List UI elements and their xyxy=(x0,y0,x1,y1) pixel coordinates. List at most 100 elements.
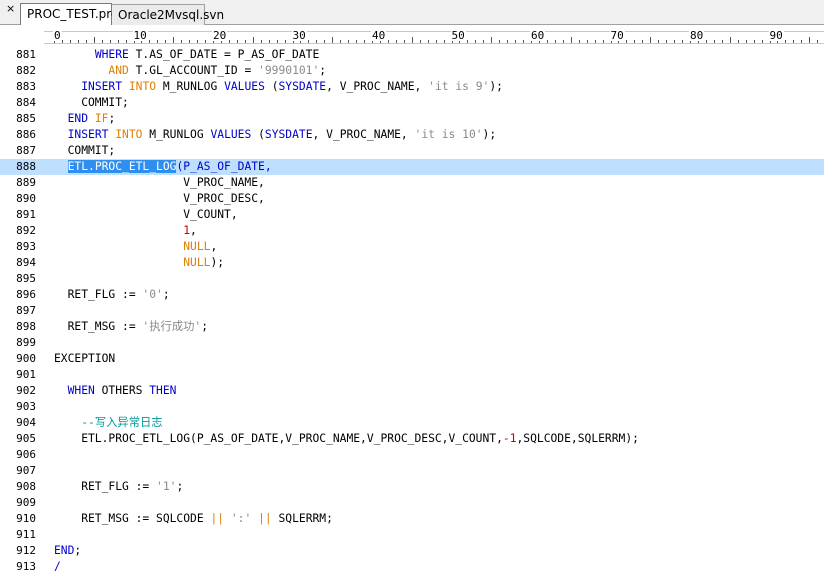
code-token: M_RUNLOG xyxy=(156,80,225,93)
code-token: INSERT xyxy=(67,128,109,141)
line-number: 883 xyxy=(16,80,36,93)
code-text: ETL.PROC_ETL_LOG(P_AS_OF_DATE,V_PROC_NAM… xyxy=(54,431,639,447)
code-token: RET_MSG := SQLCODE xyxy=(54,512,211,525)
code-line[interactable]: 909 xyxy=(0,495,824,511)
code-token: ); xyxy=(489,80,503,93)
code-token: ( xyxy=(251,128,265,141)
ruler-tick xyxy=(308,40,310,43)
code-line[interactable]: 912 END; xyxy=(0,543,824,559)
ruler-tick xyxy=(650,37,652,43)
code-line[interactable]: 898 RET_MSG := '执行成功'; xyxy=(0,319,824,335)
code-line[interactable]: 899 xyxy=(0,335,824,351)
ruler-label: 10 xyxy=(132,29,148,42)
code-line[interactable]: 896 RET_FLG := '0'; xyxy=(0,287,824,303)
code-line[interactable]: 881 WHERE T.AS_OF_DATE = P_AS_OF_DATE xyxy=(0,47,824,63)
ruler-label: 30 xyxy=(291,29,307,42)
code-line[interactable]: 883 INSERT INTO M_RUNLOG VALUES (SYSDATE… xyxy=(0,79,824,95)
code-line[interactable]: 894 NULL); xyxy=(0,255,824,271)
code-token: V_PROC_DESC, xyxy=(54,192,265,205)
code-line[interactable]: 891 V_COUNT, xyxy=(0,207,824,223)
code-line[interactable]: 910 RET_MSG := SQLCODE || ':' || SQLERRM… xyxy=(0,511,824,527)
code-line[interactable]: 887 COMMIT; xyxy=(0,143,824,159)
code-line[interactable]: 901 xyxy=(0,367,824,383)
ruler-tick xyxy=(109,40,111,43)
ruler-tick xyxy=(809,37,811,43)
ruler-tick xyxy=(165,40,167,43)
ruler-tick xyxy=(801,40,803,43)
line-number: 888 xyxy=(16,160,36,173)
code-token: IF xyxy=(94,112,109,125)
code-token: ; xyxy=(108,112,116,125)
ruler-tick xyxy=(197,40,199,43)
code-line[interactable]: 897 xyxy=(0,303,824,319)
code-text: WHERE T.AS_OF_DATE = P_AS_OF_DATE xyxy=(54,47,319,63)
ruler-tick xyxy=(499,40,501,43)
code-token: ( xyxy=(264,80,279,93)
code-line[interactable]: 889 V_PROC_NAME, xyxy=(0,175,824,191)
code-editor[interactable]: 0 10 20 30 40 50 60 70 80 90 881 WHERE T.AS_OF_DA… xyxy=(0,25,824,580)
ruler-tick xyxy=(658,40,660,43)
code-line[interactable]: 913 / xyxy=(0,559,824,575)
ruler-tick xyxy=(475,40,477,43)
code-token: V_COUNT, xyxy=(54,208,238,221)
code-line[interactable]: 890 V_PROC_DESC, xyxy=(0,191,824,207)
ruler-tick xyxy=(117,40,119,43)
code-line[interactable]: 895 xyxy=(0,271,824,287)
code-line[interactable]: 893 NULL, xyxy=(0,239,824,255)
code-text: RET_MSG := SQLCODE || ':' || SQLERRM; xyxy=(54,511,333,527)
code-token: COMMIT; xyxy=(54,96,129,109)
column-ruler: 0 10 20 30 40 50 60 70 80 90 xyxy=(44,29,824,44)
ruler-tick xyxy=(435,40,437,43)
line-number: 884 xyxy=(16,96,36,109)
ruler-tick xyxy=(626,40,628,43)
ruler-tick xyxy=(419,40,421,43)
code-line[interactable]: 907 xyxy=(0,463,824,479)
ruler-tick xyxy=(737,40,739,43)
code-line[interactable]: 903 xyxy=(0,399,824,415)
code-line[interactable]: 884 COMMIT; xyxy=(0,95,824,111)
ruler-tick xyxy=(427,40,429,43)
code-line-current[interactable]: 888 ETL.PROC_ETL_LOG(P_AS_OF_DATE, xyxy=(0,159,824,175)
close-icon[interactable]: × xyxy=(6,3,15,14)
line-number: 885 xyxy=(16,112,36,125)
code-line[interactable]: 892 1, xyxy=(0,223,824,239)
ruler-tick xyxy=(348,40,350,43)
code-token: ; xyxy=(162,288,170,301)
ruler-label: 0 xyxy=(53,29,62,42)
code-line[interactable]: 908 RET_FLG := '1'; xyxy=(0,479,824,495)
ruler-tick xyxy=(157,40,159,43)
code-line[interactable]: 886 INSERT INTO M_RUNLOG VALUES (SYSDATE… xyxy=(0,127,824,143)
code-line[interactable]: 885 END IF; xyxy=(0,111,824,127)
code-token: SYSDATE xyxy=(264,128,313,141)
code-text: AND T.GL_ACCOUNT_ID = '9990101'; xyxy=(54,63,326,79)
code-line[interactable]: 911 xyxy=(0,527,824,543)
code-text: COMMIT; xyxy=(54,143,116,159)
ruler-tick xyxy=(507,40,509,43)
code-token: V_PROC_NAME, xyxy=(54,176,265,189)
ruler-tick xyxy=(205,40,207,43)
tab-proc-test[interactable]: PROC_TEST.prc xyxy=(20,3,118,26)
code-line[interactable]: 902 WHEN OTHERS THEN xyxy=(0,383,824,399)
tab-oracle2mvsql[interactable]: Oracle2Mvsql.svn xyxy=(112,4,224,25)
ruler-tick xyxy=(332,37,334,43)
ruler-tick xyxy=(642,40,644,43)
code-line[interactable]: 882 AND T.GL_ACCOUNT_ID = '9990101'; xyxy=(0,63,824,79)
ruler-tick xyxy=(546,40,548,43)
code-token: (P_AS_OF_DATE, xyxy=(176,160,272,173)
code-line[interactable]: 905 ETL.PROC_ETL_LOG(P_AS_OF_DATE,V_PROC… xyxy=(0,431,824,447)
code-line[interactable]: 900 EXCEPTION xyxy=(0,351,824,367)
code-area[interactable]: 881 WHERE T.AS_OF_DATE = P_AS_OF_DATE 882… xyxy=(0,47,824,575)
line-number: 913 xyxy=(16,560,36,573)
code-line[interactable]: 904 --写入异常日志 xyxy=(0,415,824,431)
ruler-tick xyxy=(578,40,580,43)
code-line[interactable]: 906 xyxy=(0,447,824,463)
code-text: --写入异常日志 xyxy=(54,415,162,431)
line-number: 906 xyxy=(16,448,36,461)
ruler-tick xyxy=(364,40,366,43)
